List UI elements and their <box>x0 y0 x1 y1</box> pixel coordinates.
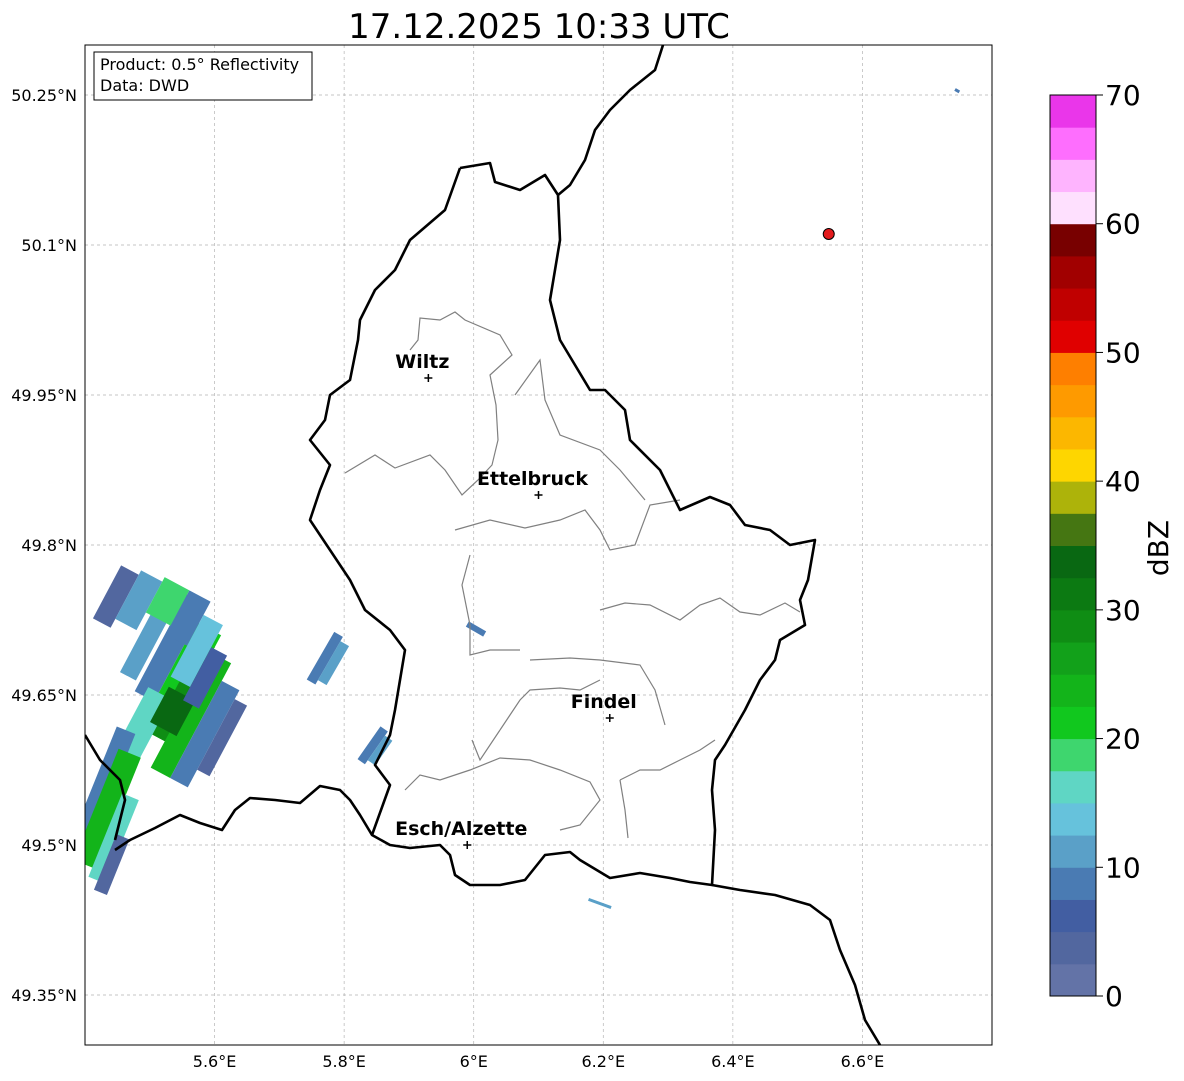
colorbar-tick-label: 30 <box>1105 594 1141 627</box>
colorbar-segment <box>1050 448 1096 482</box>
colorbar-segment <box>1050 159 1096 193</box>
colorbar-tick-label: 10 <box>1105 851 1141 884</box>
colorbar-segment <box>1050 835 1096 868</box>
colorbar-segment <box>1050 577 1096 611</box>
city-label: Findel <box>571 691 637 713</box>
latitude-tick-label: 50.1°N <box>21 236 77 255</box>
longitude-tick-label: 6.4°E <box>711 1052 755 1071</box>
longitude-tick-label: 6°E <box>460 1052 488 1071</box>
latitude-tick-label: 49.35°N <box>11 986 77 1005</box>
colorbar-segment <box>1050 706 1096 740</box>
colorbar-segment <box>1050 255 1096 289</box>
colorbar-segment <box>1050 352 1096 386</box>
longitude-tick-label: 5.8°E <box>322 1052 366 1071</box>
colorbar-segment <box>1050 802 1096 836</box>
colorbar-segment <box>1050 899 1096 933</box>
latitude-tick-label: 49.65°N <box>11 686 77 705</box>
radar-map-figure: 17.12.2025 10:33 UTC Product: 0.5° Refle… <box>11 7 1175 1071</box>
longitude-tick-label: 6.2°E <box>582 1052 626 1071</box>
colorbar-segment <box>1050 545 1096 579</box>
colorbar-segment <box>1050 674 1096 707</box>
colorbar-segment <box>1050 416 1096 450</box>
latitude-tick-label: 50.25°N <box>11 86 77 105</box>
colorbar-tick-label: 0 <box>1105 980 1123 1013</box>
colorbar-segment <box>1050 738 1096 772</box>
colorbar-segment <box>1050 95 1096 128</box>
colorbar-segment <box>1050 770 1096 804</box>
info-box: Product: 0.5° Reflectivity Data: DWD <box>93 51 313 101</box>
radar-site-marker[interactable] <box>822 228 835 240</box>
city-label: Esch/Alzette <box>395 818 527 840</box>
colorbar-tick-label: 60 <box>1105 208 1141 241</box>
latitude-tick-label: 49.5°N <box>21 836 77 855</box>
colorbar-segment <box>1050 320 1096 353</box>
colorbar-tick-label: 70 <box>1105 79 1141 112</box>
latitude-tick-label: 49.95°N <box>11 386 77 405</box>
colorbar-segment <box>1050 127 1096 160</box>
city-label: Wiltz <box>395 351 449 373</box>
colorbar-segment <box>1050 963 1096 997</box>
latitude-tick-label: 49.8°N <box>21 536 77 555</box>
info-product: Product: 0.5° Reflectivity <box>100 55 299 74</box>
colorbar-segment <box>1050 642 1096 675</box>
city-label: Ettelbruck <box>477 468 588 490</box>
colorbar-segment <box>1050 931 1096 965</box>
longitude-tick-labels: 5.6°E 5.8°E 6°E 6.2°E 6.4°E 6.6°E <box>193 1052 884 1071</box>
info-data-source: Data: DWD <box>100 76 189 95</box>
colorbar: 0 10 20 30 40 50 60 70 <box>1049 79 1141 1013</box>
colorbar-segment <box>1050 191 1096 225</box>
colorbar-tick-label: 40 <box>1105 465 1141 498</box>
colorbar-tick-label: 50 <box>1105 336 1141 369</box>
colorbar-tick-label: 20 <box>1105 723 1141 756</box>
latitude-tick-labels: 50.25°N 50.1°N 49.95°N 49.8°N 49.65°N 49.5°N 4… <box>11 86 77 1005</box>
colorbar-segment <box>1050 384 1096 418</box>
colorbar-segment <box>1050 609 1096 643</box>
longitude-tick-label: 5.6°E <box>193 1052 237 1071</box>
colorbar-segment <box>1050 288 1096 321</box>
longitude-tick-label: 6.6°E <box>841 1052 885 1071</box>
colorbar-segment <box>1050 867 1096 900</box>
colorbar-label: dBZ <box>1142 520 1175 576</box>
map-title: 17.12.2025 10:33 UTC <box>348 7 730 47</box>
colorbar-segment <box>1050 481 1096 514</box>
colorbar-segment <box>1050 513 1096 546</box>
colorbar-segment <box>1050 223 1096 257</box>
